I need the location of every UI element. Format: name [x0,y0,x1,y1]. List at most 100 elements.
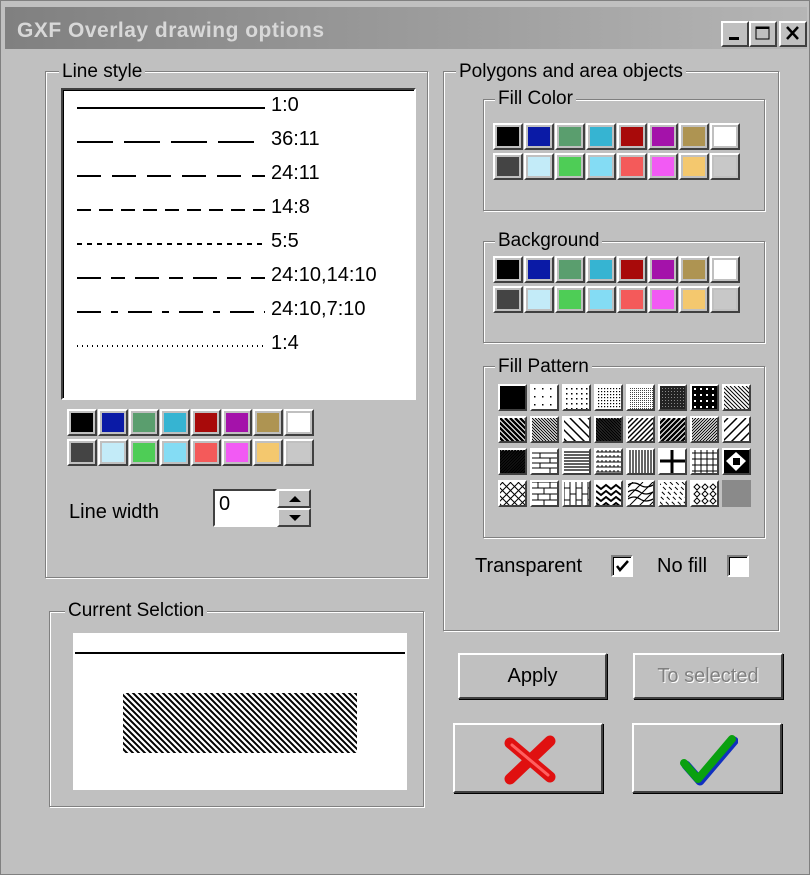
fill-color-swatch[interactable] [617,153,647,180]
fill-pattern-solid[interactable] [498,384,527,411]
fill-pattern-weave[interactable] [594,448,623,475]
line-color-swatch[interactable] [67,409,97,436]
background-color-swatch[interactable] [524,256,554,283]
fill-pattern-brick-h[interactable] [530,448,559,475]
fill-pattern-dark-dots[interactable] [658,384,687,411]
line-style-item[interactable]: 24:11 [75,162,405,192]
fill-color-swatch[interactable] [524,123,554,150]
line-style-item[interactable]: 1:4 [75,332,405,362]
spin-up-button[interactable] [277,489,311,508]
background-color-swatch[interactable] [679,256,709,283]
line-style-item[interactable]: 36:11 [75,128,405,158]
line-style-item[interactable]: 1:0 [75,94,405,124]
fill-pattern-dots[interactable] [562,384,591,411]
fill-color-swatch[interactable] [586,123,616,150]
line-color-swatch[interactable] [222,439,252,466]
line-color-swatch[interactable] [253,409,283,436]
fill-pattern-diamonds[interactable] [690,480,719,507]
background-color-swatch[interactable] [555,286,585,313]
fill-pattern-diag-back-dense[interactable] [594,416,623,443]
fill-pattern-diag-back[interactable] [722,384,751,411]
close-button[interactable] [779,21,807,47]
fill-color-swatch[interactable] [679,153,709,180]
line-width-input[interactable]: 0 [213,489,277,527]
spin-down-button[interactable] [277,508,311,527]
background-color-swatch[interactable] [555,256,585,283]
maximize-button[interactable] [749,21,777,47]
background-color-swatch[interactable] [493,286,523,313]
fill-color-swatch[interactable] [710,123,740,150]
line-style-item[interactable]: 5:5 [75,230,405,260]
line-style-list[interactable]: 1:0 36:11 24:11 14:8 5:5 24:10,14:10 24:10,7:1… [61,88,416,400]
fill-pattern-dense-dots[interactable] [594,384,623,411]
line-color-swatch[interactable] [191,439,221,466]
fill-pattern-checker-x[interactable] [722,448,751,475]
line-color-swatch[interactable] [98,409,128,436]
fill-pattern-horiz-lines[interactable] [562,448,591,475]
fill-pattern-grid[interactable] [690,448,719,475]
fill-pattern-diag-fwd-wide[interactable] [722,416,751,443]
background-color-swatch[interactable] [524,286,554,313]
fill-color-swatch[interactable] [617,123,647,150]
apply-button[interactable]: Apply [458,653,607,699]
cancel-button[interactable] [453,723,603,793]
fill-pattern-diag-fwd-fine[interactable] [690,416,719,443]
fill-color-swatch[interactable] [710,153,740,180]
fill-color-swatch[interactable] [493,123,523,150]
fill-color-swatch[interactable] [679,123,709,150]
background-color-swatch[interactable] [617,256,647,283]
background-color-swatch[interactable] [679,286,709,313]
background-color-swatch[interactable] [617,286,647,313]
fill-pattern-black-dots[interactable] [690,384,719,411]
fill-pattern-brick-v[interactable] [562,480,591,507]
title-bar[interactable]: GXF Overlay drawing options [5,7,807,49]
line-color-swatch[interactable] [284,409,314,436]
fill-pattern-gray-solid[interactable] [722,480,751,507]
fill-color-swatch[interactable] [648,123,678,150]
fill-color-swatch[interactable] [555,153,585,180]
line-color-swatch[interactable] [67,439,97,466]
fill-color-swatch[interactable] [555,123,585,150]
background-color-swatch[interactable] [710,256,740,283]
background-color-swatch[interactable] [493,256,523,283]
fill-pattern-diag-back-fine[interactable] [530,416,559,443]
line-style-item[interactable]: 14:8 [75,196,405,226]
fill-pattern-diag-dash[interactable] [658,480,687,507]
fill-pattern-diag-fwd[interactable] [626,416,655,443]
line-color-swatch[interactable] [160,409,190,436]
fill-pattern-zigzag[interactable] [594,480,623,507]
fill-pattern-cross[interactable] [658,448,687,475]
no-fill-checkbox[interactable] [727,555,749,577]
minimize-button[interactable] [721,21,749,47]
fill-pattern-diag-fwd-dense[interactable] [498,448,527,475]
background-color-swatch[interactable] [586,256,616,283]
to-selected-button[interactable]: To selected [633,653,783,699]
fill-pattern-brick[interactable] [530,480,559,507]
transparent-checkbox[interactable] [611,555,633,577]
fill-color-swatch[interactable] [524,153,554,180]
fill-pattern-sparse-dots[interactable] [530,384,559,411]
fill-pattern-vert-lines[interactable] [626,448,655,475]
ok-button[interactable] [632,723,782,793]
fill-pattern-wave[interactable] [626,480,655,507]
fill-pattern-diag-back-wide[interactable] [562,416,591,443]
line-color-swatch[interactable] [98,439,128,466]
fill-pattern-diag-back-thick[interactable] [498,416,527,443]
line-style-item[interactable]: 24:10,7:10 [75,298,405,328]
background-color-swatch[interactable] [648,256,678,283]
background-color-swatch[interactable] [710,286,740,313]
line-color-swatch[interactable] [160,439,190,466]
fill-color-swatch[interactable] [648,153,678,180]
line-color-swatch[interactable] [222,409,252,436]
background-color-swatch[interactable] [586,286,616,313]
line-color-swatch[interactable] [284,439,314,466]
fill-pattern-fine-grid[interactable] [626,384,655,411]
fill-pattern-diag-cross[interactable] [498,480,527,507]
line-color-swatch[interactable] [129,439,159,466]
fill-color-swatch[interactable] [586,153,616,180]
line-style-item[interactable]: 24:10,14:10 [75,264,405,294]
line-color-swatch[interactable] [253,439,283,466]
line-color-swatch[interactable] [129,409,159,436]
fill-color-swatch[interactable] [493,153,523,180]
background-color-swatch[interactable] [648,286,678,313]
